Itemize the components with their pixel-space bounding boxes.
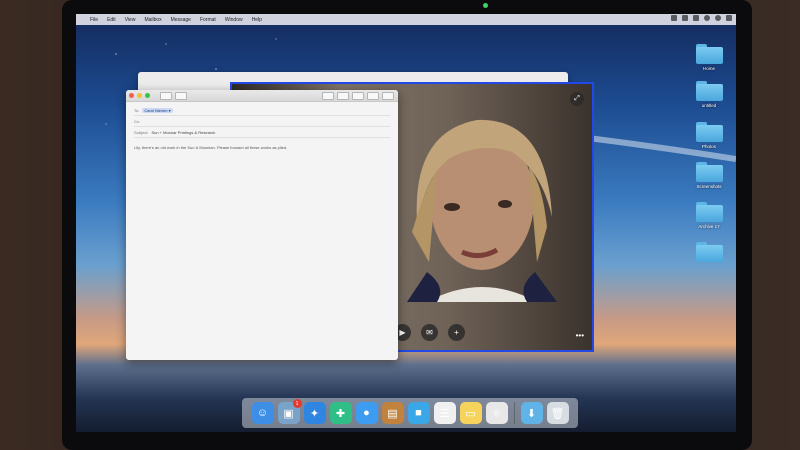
- notification-center-icon[interactable]: [726, 15, 732, 21]
- menu-format[interactable]: Format: [200, 17, 216, 23]
- recipient-chip[interactable]: Carol Nieven ▾: [142, 107, 173, 113]
- wifi-icon[interactable]: [671, 15, 677, 21]
- folder-icon: [695, 162, 723, 182]
- trash-icon[interactable]: 🗑: [546, 402, 569, 424]
- folder-icon: [695, 202, 723, 222]
- caller-video: [407, 119, 557, 302]
- folder-label: Archive 17: [698, 224, 720, 229]
- mail-header-fields: To: Carol Nieven ▾ Cc: Subject: Sun + Mo…: [126, 102, 398, 141]
- subject-label: Subject:: [134, 129, 149, 135]
- notes-icon[interactable]: ▭: [459, 402, 482, 424]
- desktop-folder-home[interactable]: Home: [692, 44, 726, 71]
- to-label: To:: [134, 107, 140, 113]
- dock-separator: [513, 402, 515, 424]
- folder-label: Screenshots: [696, 184, 722, 189]
- desktop-folder-photos[interactable]: Photos: [692, 122, 726, 149]
- menu-window[interactable]: Window: [225, 17, 243, 23]
- zoom-icon[interactable]: [145, 93, 150, 98]
- siri-icon[interactable]: [704, 15, 710, 21]
- menu-message[interactable]: Message: [171, 17, 191, 23]
- emoji-icon[interactable]: [367, 91, 379, 100]
- folder-icon: [695, 44, 723, 64]
- health-icon[interactable]: ✚: [329, 402, 352, 424]
- attach-icon[interactable]: [337, 91, 349, 100]
- facetime-icon[interactable]: ■: [407, 402, 430, 424]
- desktop-folder-screenshots[interactable]: Screenshots: [692, 162, 726, 189]
- minimize-icon[interactable]: [137, 93, 142, 98]
- folder-icon: [695, 122, 723, 142]
- cc-field[interactable]: Cc:: [134, 116, 390, 127]
- expand-icon[interactable]: ⤢: [570, 92, 584, 106]
- message-icon[interactable]: ✉: [421, 324, 438, 341]
- call-controls: ▶ ✉ +: [394, 324, 465, 341]
- desktop-folder-6[interactable]: [692, 242, 726, 264]
- mail-compose-window[interactable]: To: Carol Nieven ▾ Cc: Subject: Sun + Mo…: [126, 90, 398, 360]
- folder-icon: [695, 242, 723, 262]
- desktop-folder-archive[interactable]: Archive 17: [692, 202, 726, 229]
- status-area: [671, 15, 732, 21]
- media-icon[interactable]: [382, 91, 394, 100]
- folder-label: Photos: [701, 144, 716, 149]
- notification-badge: 1: [292, 399, 302, 408]
- menu-file[interactable]: File: [90, 17, 98, 23]
- desktop: File Edit View Mailbox Message Format Wi…: [76, 14, 736, 432]
- volume-icon[interactable]: [682, 15, 688, 21]
- dock: ☺ ▣ 1 ✦ ✚ ● ▤ ■ ☰ ▭ ⚛ ⬇ 🗑: [242, 398, 578, 428]
- to-field[interactable]: To: Carol Nieven ▾: [134, 105, 390, 116]
- menu-help[interactable]: Help: [252, 17, 262, 23]
- finder-icon[interactable]: ☺: [251, 402, 274, 424]
- menu-mailbox[interactable]: Mailbox: [144, 17, 161, 23]
- preview-icon[interactable]: ▣ 1: [277, 399, 302, 424]
- subject-field[interactable]: Subject: Sun + Moonar Printings & Resear…: [134, 127, 390, 138]
- desktop-folder-untitled[interactable]: untitled: [692, 81, 726, 108]
- subject-value[interactable]: Sun + Moonar Printings & Research: [151, 130, 215, 135]
- window-titlebar: [126, 90, 398, 102]
- folder-icon: [695, 81, 723, 101]
- system-icon[interactable]: ⚛: [485, 402, 508, 424]
- messages-icon[interactable]: ●: [355, 402, 378, 424]
- folder-label: untitled: [701, 103, 717, 108]
- folder-label: Home: [702, 66, 715, 71]
- more-options-button[interactable]: •••: [576, 331, 584, 340]
- add-person-icon[interactable]: +: [448, 324, 465, 341]
- menu-view[interactable]: View: [125, 17, 136, 23]
- send-icon[interactable]: [160, 91, 172, 100]
- downloads-folder-icon[interactable]: ⬇: [520, 402, 543, 424]
- battery-icon[interactable]: [693, 15, 699, 21]
- safari-icon[interactable]: ✦: [303, 402, 326, 424]
- message-body[interactable]: Lily, there's an old work in the Sun & M…: [126, 141, 398, 154]
- header-fields-icon[interactable]: [175, 91, 187, 100]
- close-icon[interactable]: [129, 93, 134, 98]
- contacts-icon[interactable]: ▤: [381, 402, 404, 424]
- format-icon[interactable]: [322, 91, 334, 100]
- cc-label: Cc:: [134, 118, 140, 124]
- photo-icon[interactable]: [352, 91, 364, 100]
- reminders-icon[interactable]: ☰: [433, 402, 456, 424]
- spotlight-icon[interactable]: [715, 15, 721, 21]
- menu-bar: File Edit View Mailbox Message Format Wi…: [76, 14, 736, 25]
- menu-edit[interactable]: Edit: [107, 17, 116, 23]
- webcam-indicator: [483, 3, 488, 8]
